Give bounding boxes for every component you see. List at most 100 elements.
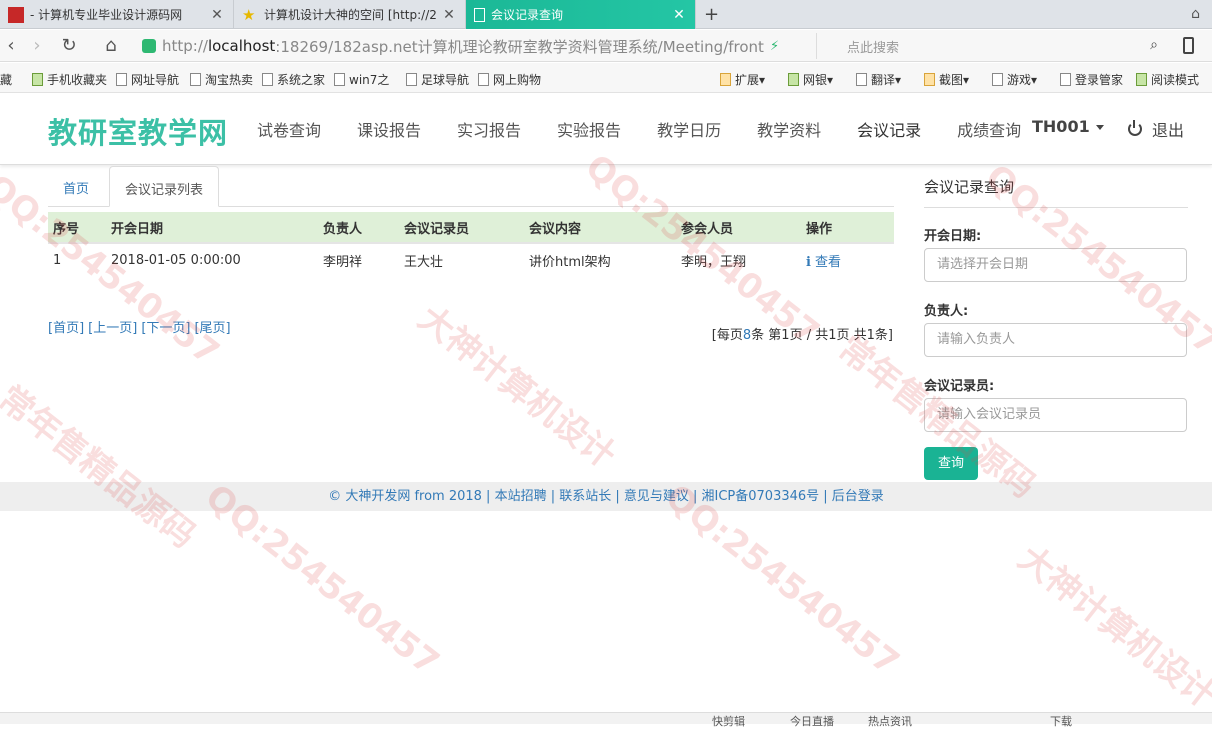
page-icon [406, 73, 417, 86]
toolbar-item-login-manager[interactable]: 登录管家 [1060, 71, 1123, 88]
site-brand[interactable]: 教研室教学网 [48, 110, 228, 152]
phone-icon[interactable] [1183, 37, 1194, 54]
close-tab-icon[interactable]: ✕ [209, 7, 225, 23]
leader-input[interactable]: 请输入负责人 [924, 323, 1187, 357]
speed-icon[interactable]: ⚡ [770, 39, 779, 54]
scissors-icon [924, 73, 935, 86]
reload-icon[interactable]: ↻ [58, 35, 80, 56]
cell-no: 1 [53, 252, 62, 268]
page-icon [262, 73, 273, 86]
search-icon[interactable]: ⌕ [1150, 37, 1158, 53]
bookmark-item[interactable]: win7之 [334, 71, 389, 88]
username: TH001 [1032, 117, 1090, 136]
nav-item-exam[interactable]: 试卷查询 [257, 117, 321, 141]
nav-item-grades[interactable]: 成绩查询 [957, 117, 1021, 141]
nav-item-calendar[interactable]: 教学日历 [657, 117, 721, 141]
close-tab-icon[interactable]: ✕ [671, 7, 687, 23]
page-info: [每页8条 第1页 / 共1页 共1条] [711, 328, 893, 343]
bookmark-item[interactable]: 系统之家 [262, 71, 325, 88]
logout-button[interactable]: 退出 [1128, 117, 1184, 141]
toolbar-item-screenshot[interactable]: 截图 ▾ [924, 71, 969, 88]
toolbar-item-extensions[interactable]: 扩展 ▾ [720, 71, 765, 88]
forward-icon[interactable]: › [26, 35, 48, 56]
first-page-link[interactable]: [首页] [48, 321, 84, 336]
home-icon[interactable]: ⌂ [100, 35, 122, 56]
last-page-link[interactable]: [尾页] [194, 321, 230, 336]
nav-item-lab-report[interactable]: 实验报告 [557, 117, 621, 141]
site-favicon-icon [8, 6, 24, 23]
content-tabs: 首页 会议记录列表 [48, 166, 894, 207]
prev-page-link[interactable]: [上一页] [88, 321, 137, 336]
view-link[interactable]: i 查看 [806, 255, 841, 270]
browser-tab-strip: - 计算机专业毕业设计源码网 ✕ ★ 计算机设计大神的空间 [http://2 … [0, 0, 1212, 29]
col-header: 负责人 [318, 212, 399, 244]
browser-tab-2[interactable]: ★ 计算机设计大神的空间 [http://2 ✕ [234, 0, 466, 29]
back-icon[interactable]: ‹ [0, 35, 22, 56]
power-icon [1128, 120, 1142, 136]
status-item[interactable]: 下载 [1050, 713, 1072, 729]
bookmark-item[interactable]: 网址导航 [116, 71, 179, 88]
nav-item-meetings[interactable]: 会议记录 [857, 117, 921, 141]
cell-recorder: 王大壮 [404, 254, 444, 270]
logout-label: 退出 [1152, 121, 1185, 140]
page-icon [478, 73, 489, 86]
site-footer[interactable]: © 大神开发网 from 2018 | 本站招聘 | 联系站长 | 意见与建议 … [0, 482, 1212, 511]
browser-search-input[interactable]: 点此搜索 ⌕ [816, 33, 1166, 59]
bookmark-item[interactable]: 手机收藏夹 [32, 71, 107, 88]
recorder-input[interactable]: 请输入会议记录员 [924, 398, 1187, 432]
next-page-link[interactable]: [下一页] [141, 321, 190, 336]
main-nav: 试卷查询 课设报告 实习报告 实验报告 教学日历 教学资料 会议记录 成绩查询 [257, 117, 1057, 141]
address-bar: ‹ › ↻ ⌂ http://localhost:18269/182asp.ne… [0, 30, 1212, 62]
bookmark-item[interactable]: 网上购物 [478, 71, 541, 88]
watermark: 大神计算机设计 [1010, 538, 1212, 717]
bookmark-item[interactable]: 足球导航 [406, 71, 469, 88]
browser-tab-1[interactable]: - 计算机专业毕业设计源码网 ✕ [0, 0, 234, 29]
current-page: 1 [781, 328, 790, 343]
status-item[interactable]: 热点资讯 [868, 713, 912, 729]
nav-item-course-design[interactable]: 课设报告 [357, 117, 421, 141]
star-favicon-icon: ★ [242, 5, 256, 24]
tab-meeting-list[interactable]: 会议记录列表 [109, 166, 220, 207]
date-label: 开会日期: [924, 229, 982, 244]
new-tab-button[interactable]: + [704, 4, 719, 25]
caret-down-icon [1095, 125, 1104, 130]
toolbar-item-translate[interactable]: 翻译 ▾ [856, 71, 901, 88]
browser-tab-title: 会议记录查询 [491, 8, 564, 22]
info-icon: i [806, 254, 811, 270]
cell-action: i 查看 [801, 243, 894, 276]
url-scheme: http:// [162, 37, 208, 55]
url-path: :18269/182asp.net计算机理论教研室教学资料管理系统/Meetin… [275, 37, 764, 56]
nav-item-materials[interactable]: 教学资料 [757, 117, 821, 141]
bookmark-item[interactable]: 藏 [0, 71, 12, 88]
col-header: 开会日期 [106, 212, 318, 244]
page-icon [190, 73, 201, 86]
browser-tab-title: - 计算机专业毕业设计源码网 [30, 8, 183, 22]
bookmark-item[interactable]: 淘宝热卖 [190, 71, 253, 88]
meeting-table: 序号 开会日期 负责人 会议记录员 会议内容 参会人员 操作 1 2018-01… [48, 212, 894, 276]
pagination: [首页] [上一页] [下一页] [尾页] [48, 317, 235, 336]
tab-home[interactable]: 首页 [48, 166, 104, 207]
date-input[interactable]: 请选择开会日期 [924, 248, 1187, 282]
nav-item-internship[interactable]: 实习报告 [457, 117, 521, 141]
col-header: 会议内容 [524, 212, 676, 244]
site-navbar: 教研室教学网 试卷查询 课设报告 实习报告 实验报告 教学日历 教学资料 会议记… [0, 93, 1212, 165]
browser-tab-3-active[interactable]: 会议记录查询 ✕ [466, 0, 696, 29]
col-header: 序号 [48, 212, 106, 244]
cell-attendees: 李明，王翔 [681, 254, 747, 270]
toolbar-item-reading-mode[interactable]: 阅读模式 [1136, 71, 1199, 88]
status-item[interactable]: 快剪辑 [712, 713, 745, 729]
close-tab-icon[interactable]: ✕ [441, 7, 457, 23]
recorder-label: 会议记录员: [924, 379, 995, 394]
query-button[interactable]: 查询 [924, 447, 978, 480]
query-panel: 会议记录查询 开会日期: 请选择开会日期 负责人: 请输入负责人 会议记录员: … [924, 166, 1188, 480]
user-menu[interactable]: TH001 [1032, 117, 1104, 136]
toolbar-item-bank[interactable]: 网银 ▾ [788, 71, 833, 88]
status-item[interactable]: 今日直播 [790, 713, 834, 729]
cell-date: 2018-01-05 0:00:00 [111, 252, 241, 268]
url-field[interactable]: http://localhost:18269/182asp.net计算机理论教研… [142, 33, 810, 59]
shirt-icon[interactable]: ⌂ [1191, 6, 1200, 22]
security-shield-icon [142, 39, 156, 53]
toolbar-item-games[interactable]: 游戏 ▾ [992, 71, 1037, 88]
translate-icon [856, 73, 867, 86]
table-header-row: 序号 开会日期 负责人 会议记录员 会议内容 参会人员 操作 [48, 212, 894, 244]
